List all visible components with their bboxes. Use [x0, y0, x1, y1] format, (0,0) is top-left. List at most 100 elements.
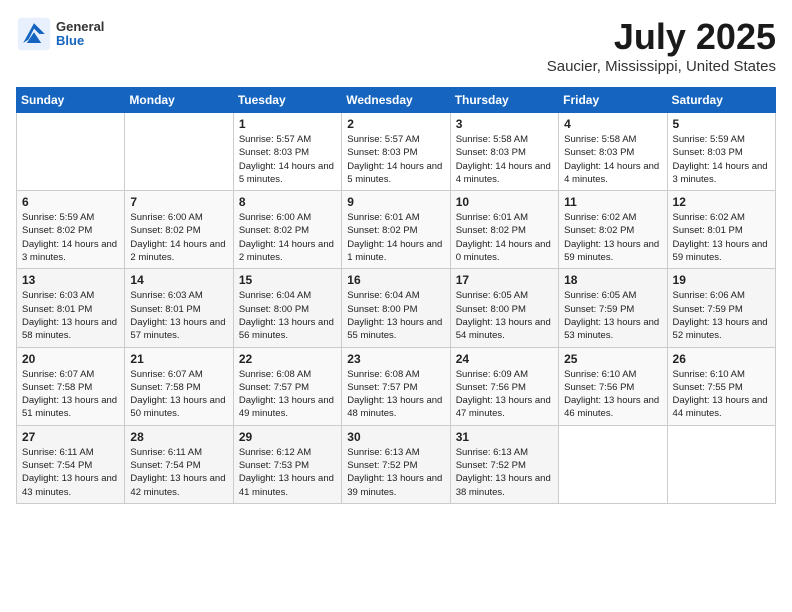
- day-number: 24: [456, 352, 553, 366]
- calendar-cell: 19 Sunrise: 6:06 AM Sunset: 7:59 PM Dayli…: [667, 269, 775, 347]
- day-info: Sunrise: 6:05 AM Sunset: 7:59 PM Dayligh…: [564, 289, 661, 342]
- calendar-cell: [17, 113, 125, 191]
- calendar-cell: 26 Sunrise: 6:10 AM Sunset: 7:55 PM Dayli…: [667, 347, 775, 425]
- day-info: Sunrise: 5:59 AM Sunset: 8:02 PM Dayligh…: [22, 211, 119, 264]
- calendar-cell: 1 Sunrise: 5:57 AM Sunset: 8:03 PM Daylig…: [233, 113, 341, 191]
- day-number: 27: [22, 430, 119, 444]
- day-info: Sunrise: 6:03 AM Sunset: 8:01 PM Dayligh…: [130, 289, 227, 342]
- calendar-cell: 3 Sunrise: 5:58 AM Sunset: 8:03 PM Daylig…: [450, 113, 558, 191]
- day-info: Sunrise: 6:03 AM Sunset: 8:01 PM Dayligh…: [22, 289, 119, 342]
- day-number: 19: [673, 273, 770, 287]
- header-thursday: Thursday: [450, 88, 558, 113]
- day-info: Sunrise: 6:00 AM Sunset: 8:02 PM Dayligh…: [130, 211, 227, 264]
- calendar-cell: 12Sunrise: 6:02 AM Sunset: 8:01 PM Dayli…: [667, 191, 775, 269]
- day-number: 8: [239, 195, 336, 209]
- day-info: Sunrise: 6:13 AM Sunset: 7:52 PM Dayligh…: [456, 446, 553, 499]
- day-number: 1: [239, 117, 336, 131]
- day-info: Sunrise: 6:13 AM Sunset: 7:52 PM Dayligh…: [347, 446, 444, 499]
- day-number: 14: [130, 273, 227, 287]
- day-number: 20: [22, 352, 119, 366]
- calendar-cell: 31 Sunrise: 6:13 AM Sunset: 7:52 PM Dayli…: [450, 425, 558, 503]
- calendar-location: Saucier, Mississippi, United States: [547, 58, 776, 75]
- day-number: 11: [564, 195, 661, 209]
- logo-general-text: General: [56, 20, 104, 34]
- calendar-week-3: 13 Sunrise: 6:03 AM Sunset: 8:01 PM Dayli…: [17, 269, 776, 347]
- day-info: Sunrise: 5:57 AM Sunset: 8:03 PM Dayligh…: [239, 133, 336, 186]
- calendar-cell: [125, 113, 233, 191]
- day-info: Sunrise: 6:10 AM Sunset: 7:55 PM Dayligh…: [673, 368, 770, 421]
- day-number: 29: [239, 430, 336, 444]
- calendar-cell: 29 Sunrise: 6:12 AM Sunset: 7:53 PM Dayli…: [233, 425, 341, 503]
- calendar-cell: 4 Sunrise: 5:58 AM Sunset: 8:03 PM Daylig…: [559, 113, 667, 191]
- calendar-cell: [559, 425, 667, 503]
- day-number: 4: [564, 117, 661, 131]
- calendar-cell: 22 Sunrise: 6:08 AM Sunset: 7:57 PM Dayli…: [233, 347, 341, 425]
- calendar-cell: [667, 425, 775, 503]
- header-tuesday: Tuesday: [233, 88, 341, 113]
- day-number: 2: [347, 117, 444, 131]
- day-number: 6: [22, 195, 119, 209]
- calendar-cell: 30 Sunrise: 6:13 AM Sunset: 7:52 PM Dayli…: [342, 425, 450, 503]
- day-number: 22: [239, 352, 336, 366]
- calendar-cell: 2Sunrise: 5:57 AM Sunset: 8:03 PM Daylig…: [342, 113, 450, 191]
- day-info: Sunrise: 6:01 AM Sunset: 8:02 PM Dayligh…: [347, 211, 444, 264]
- day-number: 9: [347, 195, 444, 209]
- calendar-cell: 28 Sunrise: 6:11 AM Sunset: 7:54 PM Dayli…: [125, 425, 233, 503]
- page-header: General Blue July 2025 Saucier, Mississi…: [16, 16, 776, 75]
- day-info: Sunrise: 6:08 AM Sunset: 7:57 PM Dayligh…: [239, 368, 336, 421]
- day-number: 31: [456, 430, 553, 444]
- calendar-cell: 23Sunrise: 6:08 AM Sunset: 7:57 PM Dayli…: [342, 347, 450, 425]
- calendar-week-2: 6 Sunrise: 5:59 AM Sunset: 8:02 PM Daylig…: [17, 191, 776, 269]
- day-number: 13: [22, 273, 119, 287]
- calendar-cell: 20 Sunrise: 6:07 AM Sunset: 7:58 PM Dayli…: [17, 347, 125, 425]
- day-number: 12: [673, 195, 770, 209]
- day-info: Sunrise: 6:05 AM Sunset: 8:00 PM Dayligh…: [456, 289, 553, 342]
- day-number: 16: [347, 273, 444, 287]
- calendar-cell: 7 Sunrise: 6:00 AM Sunset: 8:02 PM Daylig…: [125, 191, 233, 269]
- day-info: Sunrise: 6:04 AM Sunset: 8:00 PM Dayligh…: [239, 289, 336, 342]
- day-info: Sunrise: 5:59 AM Sunset: 8:03 PM Dayligh…: [673, 133, 770, 186]
- calendar-table: Sunday Monday Tuesday Wednesday Thursday…: [16, 87, 776, 504]
- day-info: Sunrise: 6:07 AM Sunset: 7:58 PM Dayligh…: [22, 368, 119, 421]
- header-sunday: Sunday: [17, 88, 125, 113]
- day-info: Sunrise: 6:11 AM Sunset: 7:54 PM Dayligh…: [22, 446, 119, 499]
- day-number: 26: [673, 352, 770, 366]
- day-info: Sunrise: 5:58 AM Sunset: 8:03 PM Dayligh…: [456, 133, 553, 186]
- day-number: 18: [564, 273, 661, 287]
- day-number: 15: [239, 273, 336, 287]
- day-info: Sunrise: 5:58 AM Sunset: 8:03 PM Dayligh…: [564, 133, 661, 186]
- logo: General Blue: [16, 16, 104, 52]
- day-info: Sunrise: 6:06 AM Sunset: 7:59 PM Dayligh…: [673, 289, 770, 342]
- day-info: Sunrise: 6:09 AM Sunset: 7:56 PM Dayligh…: [456, 368, 553, 421]
- day-number: 3: [456, 117, 553, 131]
- calendar-cell: 13 Sunrise: 6:03 AM Sunset: 8:01 PM Dayli…: [17, 269, 125, 347]
- header-monday: Monday: [125, 88, 233, 113]
- day-info: Sunrise: 6:02 AM Sunset: 8:02 PM Dayligh…: [564, 211, 661, 264]
- title-block: July 2025 Saucier, Mississippi, United S…: [547, 16, 776, 75]
- day-number: 30: [347, 430, 444, 444]
- day-info: Sunrise: 6:11 AM Sunset: 7:54 PM Dayligh…: [130, 446, 227, 499]
- calendar-cell: 9 Sunrise: 6:01 AM Sunset: 8:02 PM Daylig…: [342, 191, 450, 269]
- day-info: Sunrise: 6:12 AM Sunset: 7:53 PM Dayligh…: [239, 446, 336, 499]
- day-info: Sunrise: 6:10 AM Sunset: 7:56 PM Dayligh…: [564, 368, 661, 421]
- calendar-cell: 11 Sunrise: 6:02 AM Sunset: 8:02 PM Dayli…: [559, 191, 667, 269]
- day-number: 5: [673, 117, 770, 131]
- calendar-week-4: 20 Sunrise: 6:07 AM Sunset: 7:58 PM Dayli…: [17, 347, 776, 425]
- calendar-cell: 15 Sunrise: 6:04 AM Sunset: 8:00 PM Dayli…: [233, 269, 341, 347]
- calendar-week-5: 27 Sunrise: 6:11 AM Sunset: 7:54 PM Dayli…: [17, 425, 776, 503]
- calendar-cell: 24 Sunrise: 6:09 AM Sunset: 7:56 PM Dayli…: [450, 347, 558, 425]
- day-info: Sunrise: 6:00 AM Sunset: 8:02 PM Dayligh…: [239, 211, 336, 264]
- day-info: Sunrise: 6:04 AM Sunset: 8:00 PM Dayligh…: [347, 289, 444, 342]
- calendar-cell: 18 Sunrise: 6:05 AM Sunset: 7:59 PM Dayli…: [559, 269, 667, 347]
- calendar-week-1: 1 Sunrise: 5:57 AM Sunset: 8:03 PM Daylig…: [17, 113, 776, 191]
- day-number: 7: [130, 195, 227, 209]
- day-number: 25: [564, 352, 661, 366]
- header-friday: Friday: [559, 88, 667, 113]
- day-number: 28: [130, 430, 227, 444]
- logo-icon: [16, 16, 52, 52]
- day-number: 10: [456, 195, 553, 209]
- day-info: Sunrise: 6:01 AM Sunset: 8:02 PM Dayligh…: [456, 211, 553, 264]
- logo-text: General Blue: [56, 20, 104, 49]
- day-info: Sunrise: 6:07 AM Sunset: 7:58 PM Dayligh…: [130, 368, 227, 421]
- logo-blue-text: Blue: [56, 34, 104, 48]
